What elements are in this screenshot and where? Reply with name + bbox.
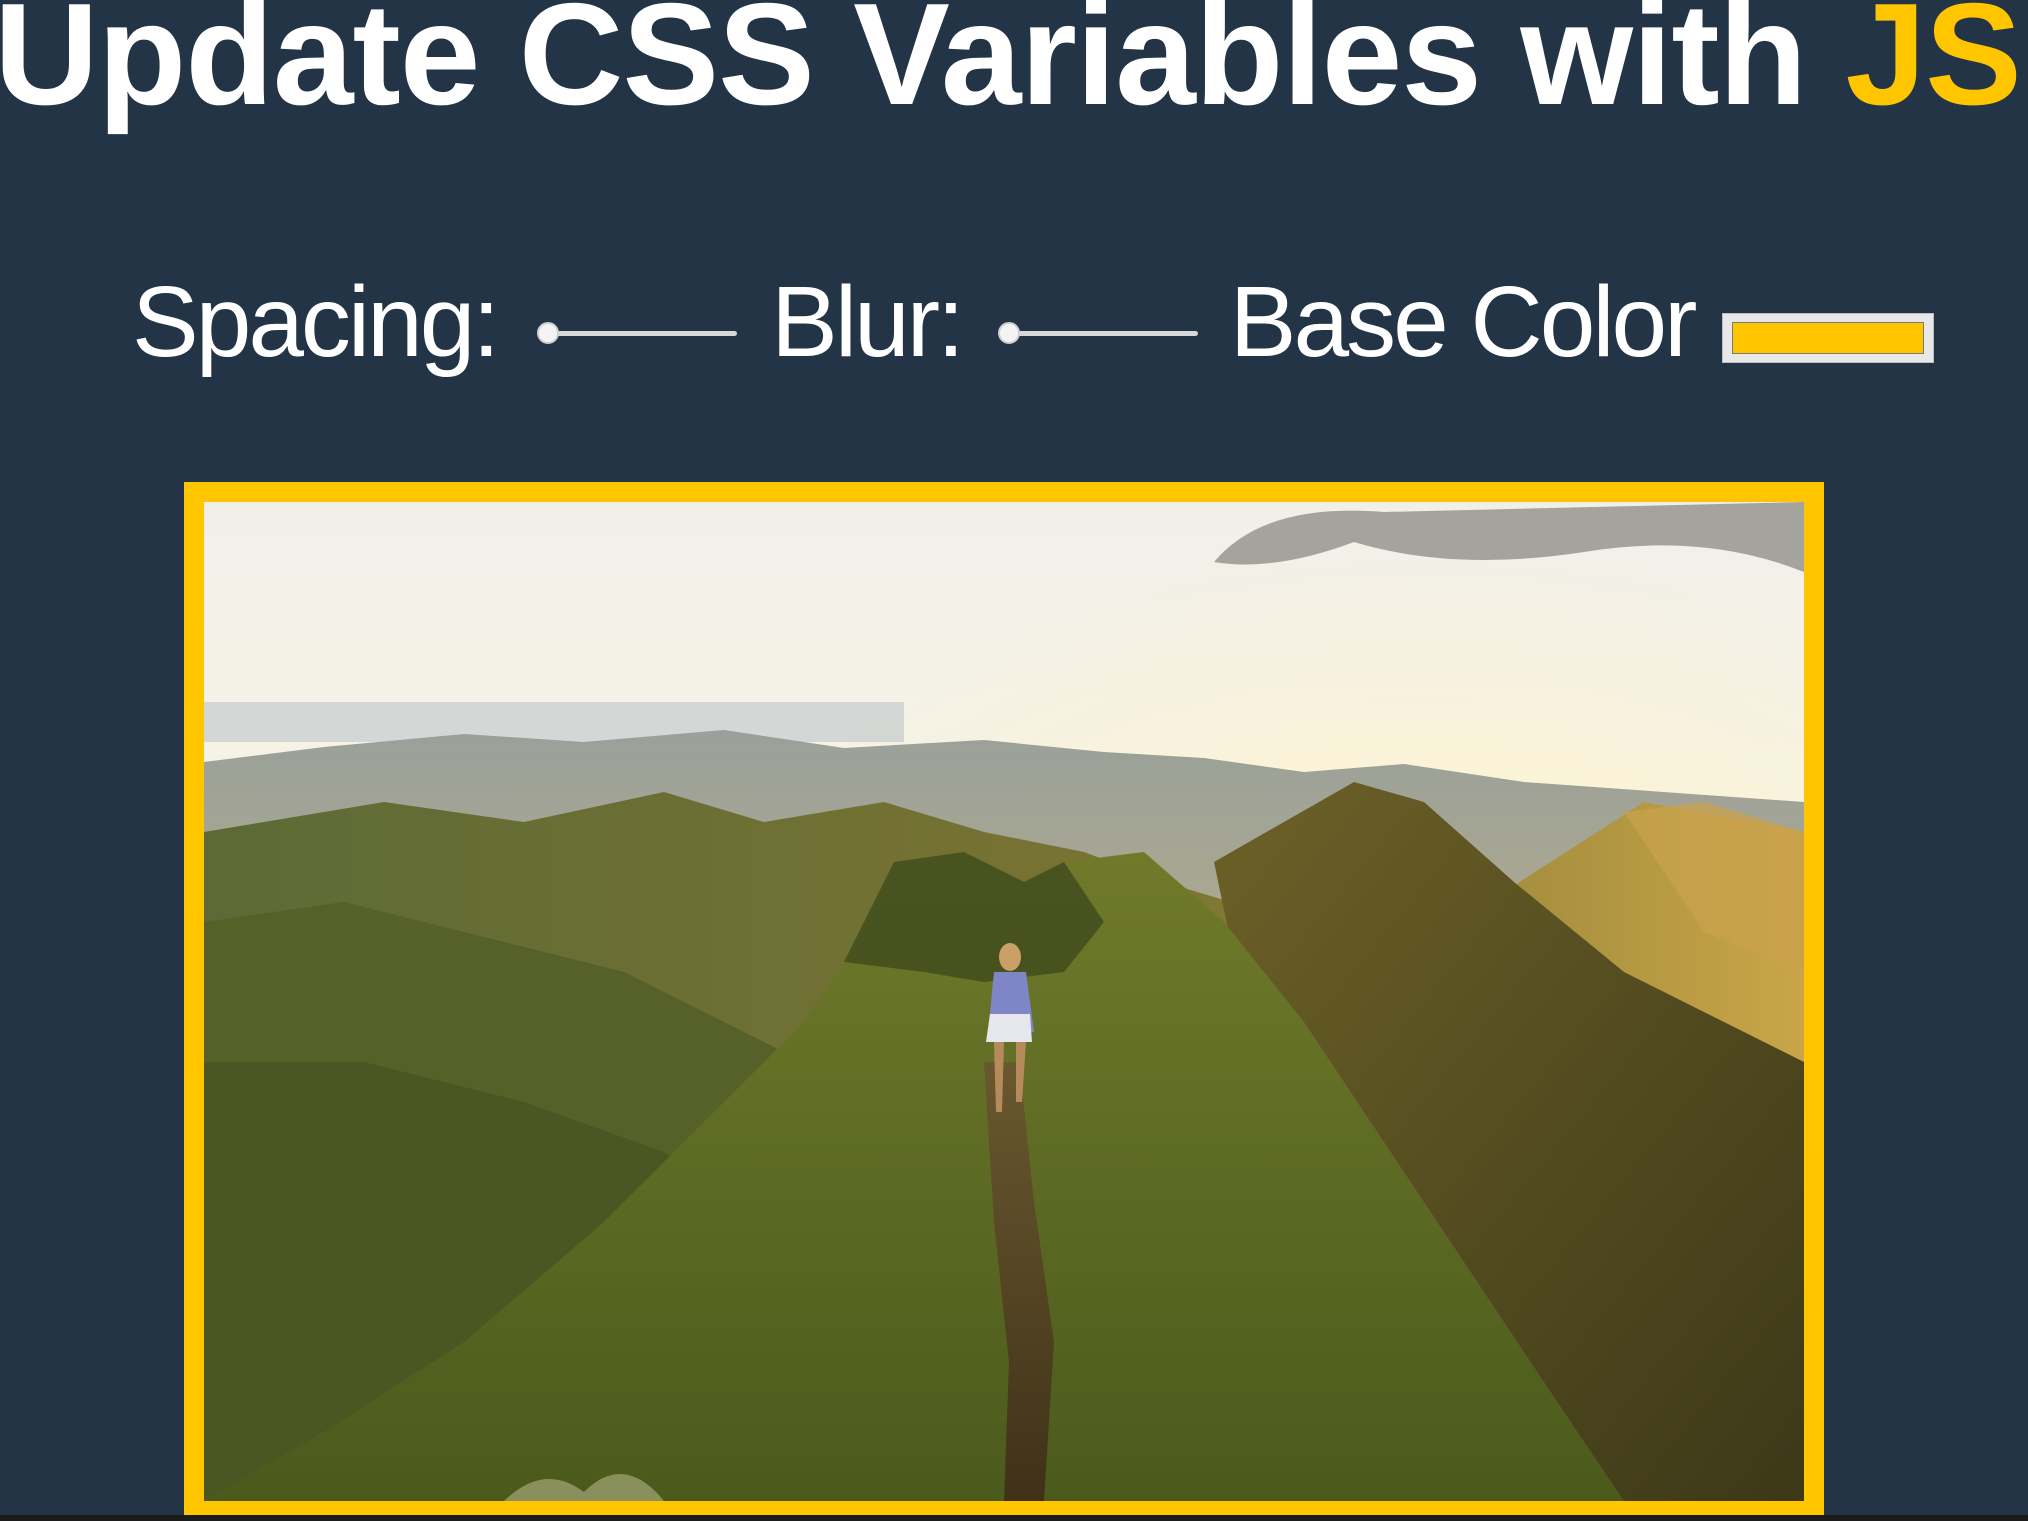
base-color-label: Base Color bbox=[1229, 266, 1698, 378]
photo-frame bbox=[184, 482, 1824, 1521]
blur-slider[interactable] bbox=[997, 313, 1198, 353]
mountain-ridge-photo bbox=[204, 502, 1804, 1501]
spacing-slider[interactable] bbox=[537, 313, 738, 353]
blur-label: Blur: bbox=[771, 266, 965, 378]
blur-slider-thumb[interactable] bbox=[997, 322, 1020, 344]
title-highlight: JS bbox=[1845, 0, 2022, 135]
page-title: Update CSS Variables with JS bbox=[0, 0, 2022, 135]
base-color-picker[interactable] bbox=[1722, 313, 1935, 363]
bottom-edge bbox=[0, 1515, 2028, 1521]
controls-bar: Spacing: Blur: Base Color bbox=[132, 262, 1935, 382]
blur-slider-track bbox=[1003, 331, 1198, 336]
spacing-label: Spacing: bbox=[132, 266, 500, 378]
title-text: Update CSS Variables with bbox=[0, 0, 1846, 135]
spacing-slider-track bbox=[543, 331, 738, 336]
base-color-swatch bbox=[1732, 322, 1925, 354]
spacing-slider-thumb[interactable] bbox=[537, 322, 560, 344]
